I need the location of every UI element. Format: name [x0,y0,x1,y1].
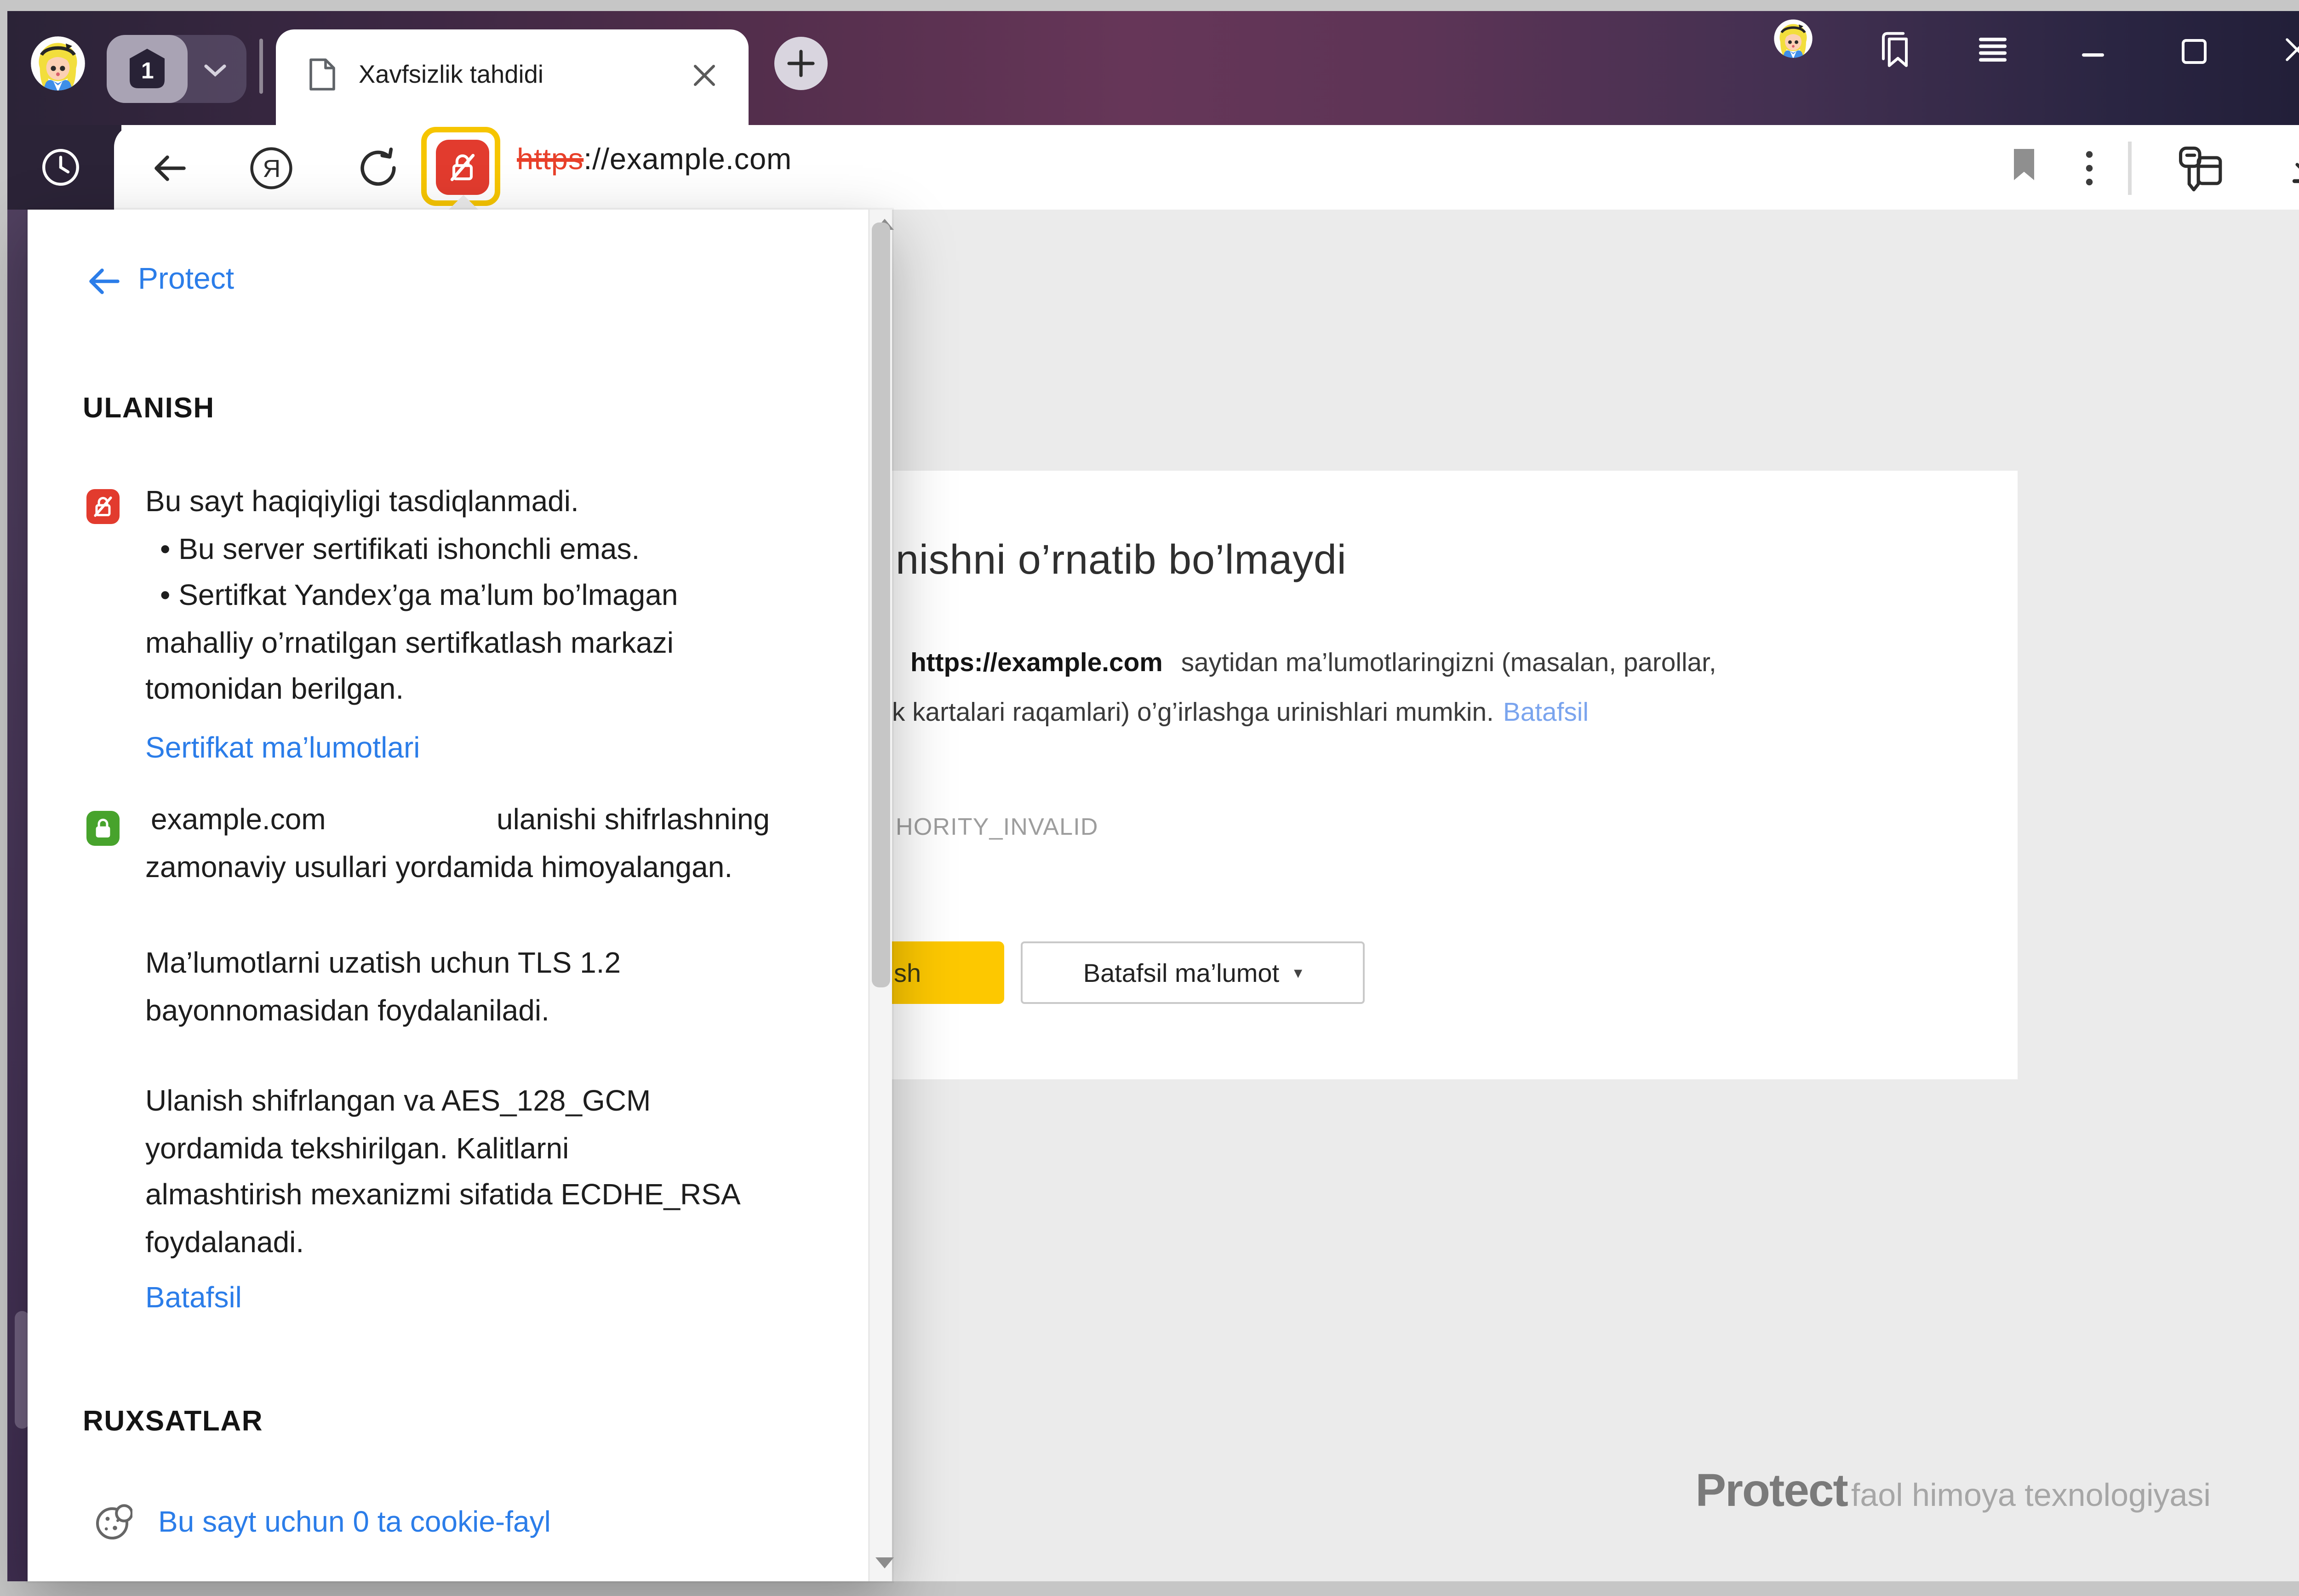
svg-text:Я: Я [263,155,280,182]
close-window-icon[interactable] [2282,35,2299,64]
warning-line: mahalliy o’rnatilgan sertifkatlash marka… [145,621,844,667]
tls-line: Ma’lumotlarni uzatish uchun TLS 1.2 [145,941,863,988]
encryption-line: ulanishi shifrlashning [497,805,770,837]
error-body-line1: https://example.com saytidan ma’lumotlari… [910,649,1716,678]
plus-icon [787,50,815,77]
error-code: HORITY_INVALID [896,813,1098,840]
primary-button-partial[interactable]: sh [879,941,1004,1004]
profile-avatar-small[interactable] [1773,18,1813,59]
warning-line: • Bu server sertifikati ishonchli emas. [145,527,844,574]
tab-close-icon[interactable] [692,63,717,88]
download-icon[interactable] [2282,143,2299,191]
page-icon [307,57,337,92]
protect-panel: Protect ULANISH Bu sayt haqiqiyligi tasd… [28,210,892,1581]
secure-lock-icon [86,811,120,846]
cookies-link[interactable]: Bu sayt uchun 0 ta cookie-fayl [158,1500,551,1547]
url-rest: ://example.com [583,143,792,177]
error-body-url: https://example.com [910,649,1163,678]
encryption-line: zamonaviy usullari yordamida himoyalanga… [145,845,863,892]
tab-title: Xavfsizlik tahdidi [359,29,543,121]
cipher-line: yordamida tekshirilgan. Kalitlarni [145,1126,863,1173]
chevron-down-icon [204,64,226,77]
warning-line: • Sertifkat Yandex’ga ma’lum bo’lmagan [145,574,844,621]
site-domain: example.com [145,798,497,845]
error-body-text1: saytidan ma’lumotlaringizni (masalan, pa… [1181,649,1716,678]
tls-line: bayonnomasidan foydalaniladi. [145,988,863,1035]
kebab-menu-icon[interactable] [2076,145,2102,191]
cookie-icon [94,1504,132,1543]
panel-anchor-arrow [447,195,480,211]
bookmark-flag-icon[interactable] [2012,147,2036,182]
protect-watermark: Protectfaol himoya texnologiyasi [1287,1465,2211,1519]
error-title: nishni o’rnatib bo’lmaydi [896,537,1347,585]
tab-shield-icon: 1 [123,44,171,94]
tab-active[interactable]: Xavfsizlik tahdidi [276,29,749,125]
encryption-details-link[interactable]: Batafsil [145,1276,863,1323]
address-url[interactable]: https://example.com [517,143,792,178]
insecure-lock-badge[interactable] [435,139,488,194]
back-arrow-icon [86,266,121,295]
protect-tagline: faol himoya texnologiyasi [1851,1476,2211,1513]
panel-back-label: Protect [138,263,234,298]
passwords-key-icon[interactable] [2174,143,2225,195]
cipher-line: almashtirish mexanizmi sifatida ECDHE_RS… [145,1173,863,1220]
cipher-line: Ulanish shifrlangan va AES_128_GCM [145,1079,863,1126]
browser-window: 1 Xavfsizlik tahdidi [0,0,2299,1596]
tab-counter-button[interactable]: 1 [107,35,246,103]
new-tab-button[interactable] [774,37,828,90]
maximize-icon[interactable] [2179,37,2209,66]
protect-logo: Protect [1695,1465,1847,1517]
encryption-block: example.comulanishi shifrlashning zamona… [145,798,863,1323]
section-connection-title: ULANISH [83,393,215,427]
history-clock-icon[interactable] [39,145,83,189]
certificate-info-link[interactable]: Sertifkat ma’lumotlari [145,725,844,772]
details-dropdown-label: Batafsil ma’lumot [1083,958,1279,987]
error-details-link[interactable]: Batafsil [1503,699,1589,728]
error-card: nishni o’rnatib bo’lmaydi https://exampl… [864,471,2018,1079]
cipher-line: foydalanadi. [145,1220,863,1267]
minimize-icon[interactable] [2080,46,2106,61]
menu-icon[interactable] [1977,37,2008,64]
panel-back-button[interactable]: Protect [86,263,234,298]
scrollbar-thumb[interactable] [872,222,890,987]
scrollbar-down-arrow[interactable] [875,1557,894,1568]
bookmarks-collections-icon[interactable] [1874,29,1915,70]
section-permissions-title: RUXSATLAR [83,1407,263,1440]
reload-icon[interactable] [355,145,401,191]
error-body-text2: k kartalari raqamlari) o’g’irlashga urin… [892,699,1494,728]
cert-warning-block: Bu sayt haqiqiyligi tasdiqlanmadi. • Bu … [145,480,844,772]
warning-line: Bu sayt haqiqiyligi tasdiqlanmadi. [145,480,844,527]
tab-count: 1 [141,57,154,83]
profile-avatar[interactable] [29,35,86,92]
back-arrow-icon[interactable] [147,145,193,191]
url-scheme-struck: https [517,143,583,177]
titlebar-separator [259,39,263,94]
caret-down-icon: ▾ [1294,963,1302,983]
error-body-line2: k kartalari raqamlari) o’g’irlashga urin… [892,699,1589,728]
insecure-cert-icon [86,489,120,524]
crossed-lock-icon [444,148,479,185]
yandex-browser-icon[interactable]: Я [248,145,294,191]
warning-line: tomonidan berilgan. [145,667,844,714]
details-dropdown-button[interactable]: Batafsil ma’lumot ▾ [1021,941,1365,1004]
toolbar-separator [2128,142,2132,195]
